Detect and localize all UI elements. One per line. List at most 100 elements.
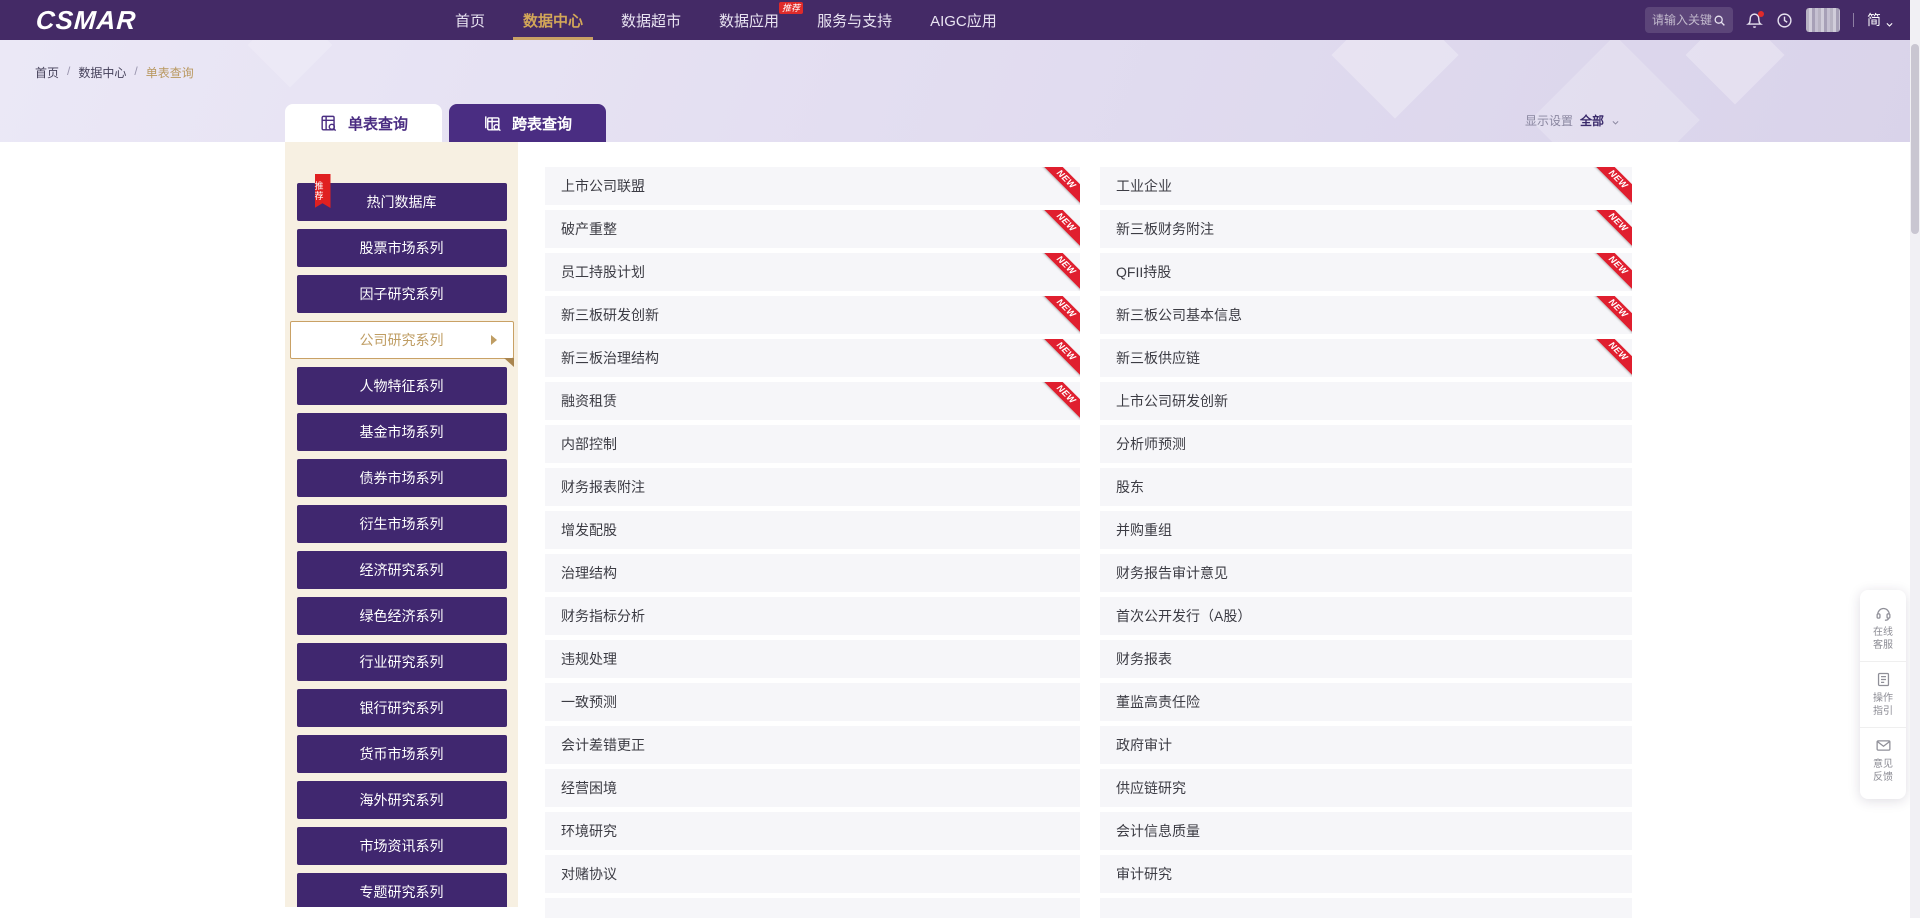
sidebar-item[interactable]: 债券市场系列: [297, 459, 507, 497]
database-row[interactable]: 上市公司研发创新: [1100, 382, 1632, 420]
new-ribbon: NEW: [1594, 210, 1632, 247]
database-row[interactable]: 融资租赁NEW: [545, 382, 1080, 420]
sidebar-item[interactable]: 行业研究系列: [297, 643, 507, 681]
history-icon[interactable]: [1776, 12, 1793, 29]
database-row-label: 内部控制: [561, 434, 617, 454]
database-row[interactable]: 董监高责任险: [1100, 683, 1632, 721]
new-ribbon: NEW: [1042, 339, 1080, 376]
database-row-label: 经营困境: [561, 778, 617, 798]
database-row[interactable]: 财务报表附注: [545, 468, 1080, 506]
database-row-label: 首次公开发行（A股）: [1116, 606, 1251, 626]
database-row[interactable]: 工业企业NEW: [1100, 167, 1632, 205]
chevron-down-icon[interactable]: [1611, 116, 1620, 125]
database-row[interactable]: 财务指标分析: [545, 597, 1080, 635]
nav-item[interactable]: 服务与支持: [817, 0, 892, 40]
display-setting-value[interactable]: 全部: [1580, 112, 1604, 129]
database-row-label: 新三板治理结构: [561, 348, 659, 368]
database-row[interactable]: 治理结构: [545, 554, 1080, 592]
sidebar-item[interactable]: 货币市场系列: [297, 735, 507, 773]
database-row[interactable]: 新三板公司基本信息NEW: [1100, 296, 1632, 334]
new-ribbon: NEW: [1042, 167, 1080, 204]
database-row[interactable]: 政府审计: [1100, 726, 1632, 764]
database-row[interactable]: 一致预测: [545, 683, 1080, 721]
database-row[interactable]: 增发配股: [545, 511, 1080, 549]
breadcrumb-item[interactable]: 首页: [35, 64, 59, 81]
nav-item[interactable]: AIGC应用: [930, 0, 997, 40]
navbar-actions: 简: [1645, 0, 1894, 40]
search-icon[interactable]: [1713, 14, 1726, 27]
database-row[interactable]: 审计研究: [1100, 855, 1632, 893]
sidebar-item-label: 经济研究系列: [360, 560, 444, 580]
language-switcher[interactable]: 简: [1867, 10, 1894, 30]
navbar-search[interactable]: [1645, 7, 1733, 33]
rail-item-operation-guide[interactable]: 操作指引: [1860, 661, 1906, 727]
sidebar-item[interactable]: 绿色经济系列: [297, 597, 507, 635]
database-row[interactable]: 经营困境: [545, 769, 1080, 807]
database-row-partial[interactable]: [545, 898, 1080, 918]
sidebar-item[interactable]: 经济研究系列: [297, 551, 507, 589]
database-row[interactable]: QFII持股NEW: [1100, 253, 1632, 291]
database-row[interactable]: 财务报告审计意见: [1100, 554, 1632, 592]
database-row[interactable]: 首次公开发行（A股）: [1100, 597, 1632, 635]
database-row-partial[interactable]: [1100, 898, 1632, 918]
database-row[interactable]: 对赌协议: [545, 855, 1080, 893]
scrollbar-track[interactable]: [1910, 0, 1920, 918]
notifications-icon[interactable]: [1746, 12, 1763, 29]
database-row[interactable]: 新三板供应链NEW: [1100, 339, 1632, 377]
database-row[interactable]: 上市公司联盟NEW: [545, 167, 1080, 205]
search-input[interactable]: [1652, 13, 1713, 27]
database-row[interactable]: 员工持股计划NEW: [545, 253, 1080, 291]
sidebar-item[interactable]: 人物特征系列: [297, 367, 507, 405]
database-row[interactable]: 供应链研究: [1100, 769, 1632, 807]
sidebar-item[interactable]: 基金市场系列: [297, 413, 507, 451]
database-row-label: 财务报表: [1116, 649, 1172, 669]
database-row-label: QFII持股: [1116, 262, 1171, 282]
database-row[interactable]: 破产重整NEW: [545, 210, 1080, 248]
nav-item[interactable]: 数据中心: [523, 0, 583, 40]
nav-item[interactable]: 数据应用推荐: [719, 0, 779, 40]
database-row[interactable]: 新三板研发创新NEW: [545, 296, 1080, 334]
rail-item-feedback[interactable]: 意见反馈: [1860, 727, 1906, 793]
sidebar-item[interactable]: 因子研究系列: [297, 275, 507, 313]
csmar-logo[interactable]: CSMAR: [35, 5, 138, 36]
database-row-label: 财务报表附注: [561, 477, 645, 497]
database-row[interactable]: 环境研究: [545, 812, 1080, 850]
database-row[interactable]: 会计信息质量: [1100, 812, 1632, 850]
new-ribbon: NEW: [1042, 296, 1080, 333]
database-row[interactable]: 会计差错更正: [545, 726, 1080, 764]
tab-cross-table-query[interactable]: 跨表查询: [449, 104, 606, 142]
nav-item[interactable]: 首页: [455, 0, 485, 40]
database-row[interactable]: 并购重组: [1100, 511, 1632, 549]
sidebar-item[interactable]: 衍生市场系列: [297, 505, 507, 543]
sidebar-item[interactable]: 市场资讯系列: [297, 827, 507, 865]
database-row[interactable]: 违规处理: [545, 640, 1080, 678]
new-ribbon: NEW: [1042, 210, 1080, 247]
avatar[interactable]: [1806, 8, 1840, 32]
database-row[interactable]: 分析师预测: [1100, 425, 1632, 463]
database-row[interactable]: 内部控制: [545, 425, 1080, 463]
database-row-label: 股东: [1116, 477, 1144, 497]
database-row-label: 对赌协议: [561, 864, 617, 884]
sidebar-item[interactable]: 银行研究系列: [297, 689, 507, 727]
database-row-label: 会计差错更正: [561, 735, 645, 755]
recommend-badge: 推荐: [779, 2, 803, 14]
breadcrumb-item[interactable]: 数据中心: [78, 64, 126, 81]
database-row[interactable]: 股东: [1100, 468, 1632, 506]
database-row[interactable]: 财务报表: [1100, 640, 1632, 678]
sidebar-item[interactable]: 海外研究系列: [297, 781, 507, 819]
database-row[interactable]: 新三板治理结构 NEW: [545, 339, 1080, 377]
sidebar-item[interactable]: 热门数据库推荐: [297, 183, 507, 221]
sidebar-item[interactable]: 公司研究系列: [290, 321, 514, 359]
database-row-label: 分析师预测: [1116, 434, 1186, 454]
sidebar-item[interactable]: 股票市场系列: [297, 229, 507, 267]
sidebar-item-label: 银行研究系列: [360, 698, 444, 718]
sidebar-item-label: 海外研究系列: [360, 790, 444, 810]
top-navbar: CSMAR 首页数据中心数据超市数据应用推荐服务与支持 AIGC应用 简: [0, 0, 1920, 40]
nav-item[interactable]: 数据超市: [621, 0, 681, 40]
database-row[interactable]: 新三板财务附注NEW: [1100, 210, 1632, 248]
sidebar-item[interactable]: 专题研究系列: [297, 873, 507, 907]
tab-single-table-query[interactable]: 单表查询: [285, 104, 442, 142]
scrollbar-thumb[interactable]: [1911, 44, 1919, 234]
sidebar-item-label: 货币市场系列: [360, 744, 444, 764]
rail-item-online-service[interactable]: 在线客服: [1860, 596, 1906, 661]
